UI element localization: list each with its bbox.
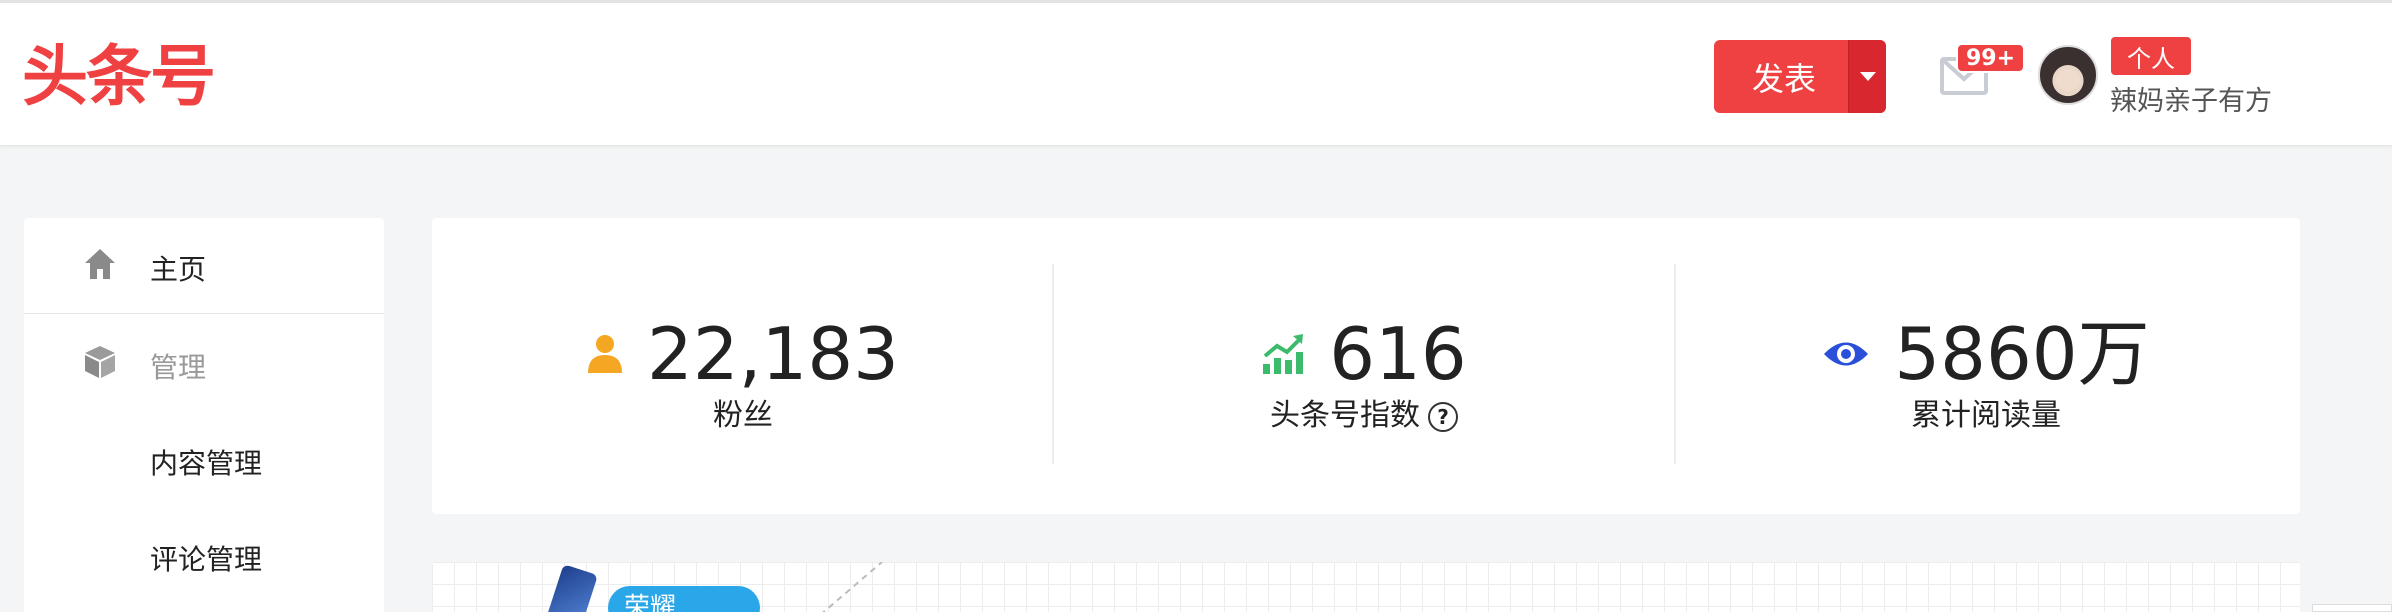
- side-panel-handle[interactable]: [2312, 604, 2392, 612]
- publish-dropdown-toggle[interactable]: [1848, 40, 1886, 113]
- stat-toutiao-index[interactable]: 616 头条号指数?: [1052, 264, 1674, 464]
- toutiao-index-value: 616: [1329, 312, 1467, 396]
- notification-count-badge: 99+: [1956, 43, 2026, 73]
- chevron-down-icon: [1859, 72, 1876, 81]
- trend-up-icon: [1263, 334, 1304, 374]
- sidebar-item-label: 评论管理: [150, 543, 263, 576]
- avatar-face: [2056, 69, 2080, 91]
- account-type-badge: 个人: [2111, 37, 2191, 75]
- top-header: 头条号 发表 99+ 个人 辣妈亲子有方: [0, 0, 2392, 146]
- toutiao-index-label-row: 头条号指数?: [1054, 390, 1674, 434]
- sidebar-item-manage[interactable]: 管理: [24, 316, 384, 412]
- sidebar-item-content-management[interactable]: 内容管理: [24, 412, 384, 508]
- sidebar-item-home[interactable]: 主页: [24, 218, 384, 314]
- sidebar: 主页 管理 内容管理 评论管理: [24, 218, 384, 612]
- toutiao-logo[interactable]: 头条号: [22, 39, 216, 115]
- username[interactable]: 辣妈亲子有方: [2110, 79, 2272, 118]
- total-reads-value: 5860万: [1894, 312, 2150, 396]
- sidebar-item-label: 内容管理: [150, 447, 263, 480]
- stat-total-reads[interactable]: 5860万 累计阅读量: [1674, 264, 2296, 464]
- toutiao-index-label: 头条号指数: [1270, 398, 1420, 433]
- help-icon[interactable]: ?: [1428, 401, 1458, 432]
- sidebar-item-comment-management[interactable]: 评论管理: [24, 508, 384, 604]
- eye-icon: [1824, 342, 1869, 366]
- home-icon: [85, 249, 115, 279]
- avatar[interactable]: [2038, 45, 2098, 105]
- cube-icon: [85, 346, 115, 378]
- promo-banner[interactable]: 荣耀: [432, 562, 2300, 612]
- banner-tag: 荣耀: [608, 586, 760, 612]
- followers-label: 粉丝: [713, 398, 773, 433]
- sidebar-item-label: 主页: [150, 253, 207, 286]
- total-reads-label: 累计阅读量: [1911, 398, 2061, 433]
- stat-followers[interactable]: 22,183 粉丝: [432, 264, 1054, 464]
- decorative-line: [822, 562, 883, 612]
- user-icon: [588, 335, 623, 373]
- stats-card: 22,183 粉丝 616 头条号指数? 5860万 累计阅读量: [432, 218, 2300, 514]
- publish-button-group: 发表: [1714, 40, 1886, 113]
- sidebar-item-label: 管理: [150, 351, 207, 384]
- publish-button[interactable]: 发表: [1714, 40, 1848, 113]
- phone-image: [542, 564, 598, 612]
- followers-count: 22,183: [647, 312, 899, 396]
